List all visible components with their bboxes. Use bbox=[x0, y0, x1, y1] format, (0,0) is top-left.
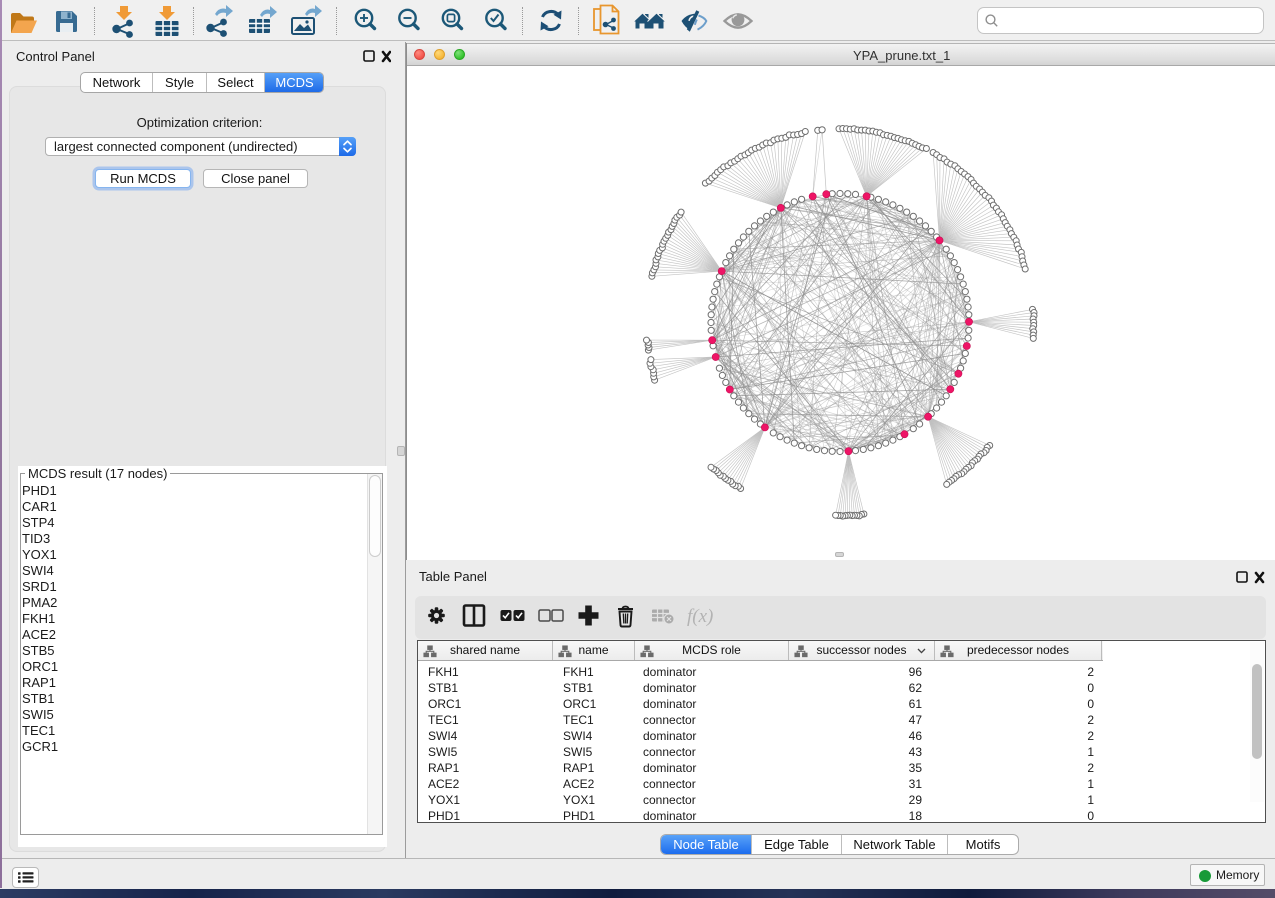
svg-text:f(x): f(x) bbox=[687, 606, 713, 627]
